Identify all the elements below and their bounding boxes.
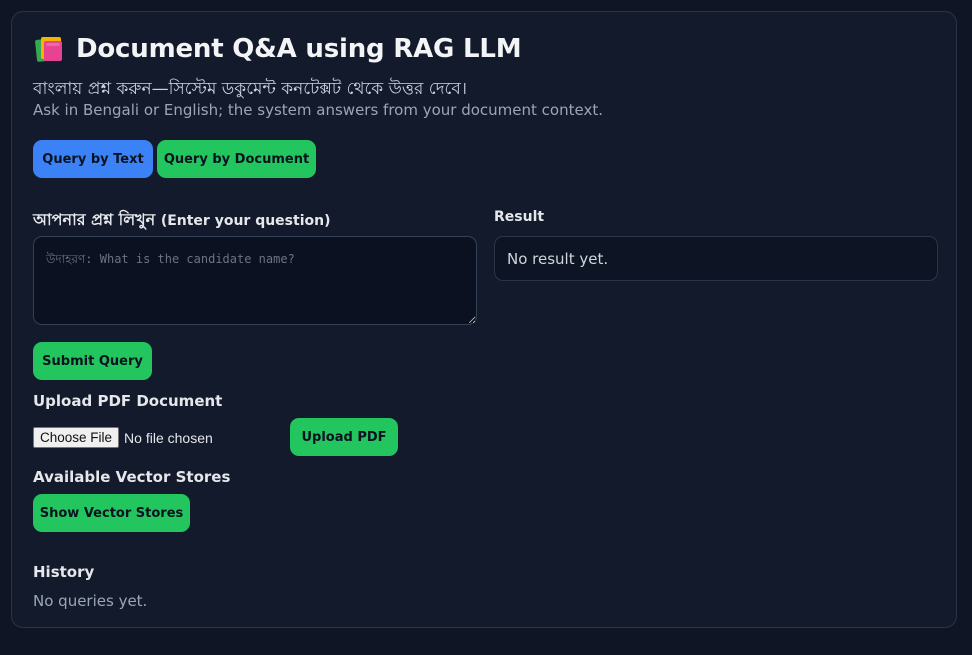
subtitle-bengali: বাংলায় প্রশ্ন করুন—সিস্টেম ডকুমেন্ট কনট… [33,79,467,99]
query-by-text-tab[interactable]: Query by Text [33,140,153,178]
question-label-bengali: আপনার প্রশ্ন লিখুন [33,210,156,229]
page-title-text: Document Q&A using RAG LLM [76,34,522,64]
result-box: No result yet. [494,236,938,281]
upload-pdf-button[interactable]: Upload PDF [290,418,398,456]
main-panel: Document Q&A using RAG LLM বাংলায় প্রশ্… [11,11,957,628]
page-title: Document Q&A using RAG LLM [34,34,522,64]
choose-file-button[interactable]: Choose File [33,427,120,448]
result-label: Result [494,209,545,225]
books-icon [34,35,64,63]
vector-stores-label: Available Vector Stores [33,468,231,486]
question-input[interactable] [33,236,477,325]
submit-query-button[interactable]: Submit Query [33,342,152,380]
upload-pdf-label: Upload PDF Document [33,392,223,410]
result-text: No result yet. [507,249,609,268]
show-vector-stores-button[interactable]: Show Vector Stores [33,494,190,532]
query-by-document-tab[interactable]: Query by Document [157,140,316,178]
file-status-text: No file chosen [124,429,213,446]
file-picker: Choose File No file chosen [33,427,213,448]
history-empty-text: No queries yet. [33,592,148,610]
question-label-english: (Enter your question) [160,213,331,229]
subtitle-english: Ask in Bengali or English; the system an… [33,101,603,119]
question-label: আপনার প্রশ্ন লিখুন (Enter your question) [33,207,331,234]
history-label: History [33,563,95,581]
